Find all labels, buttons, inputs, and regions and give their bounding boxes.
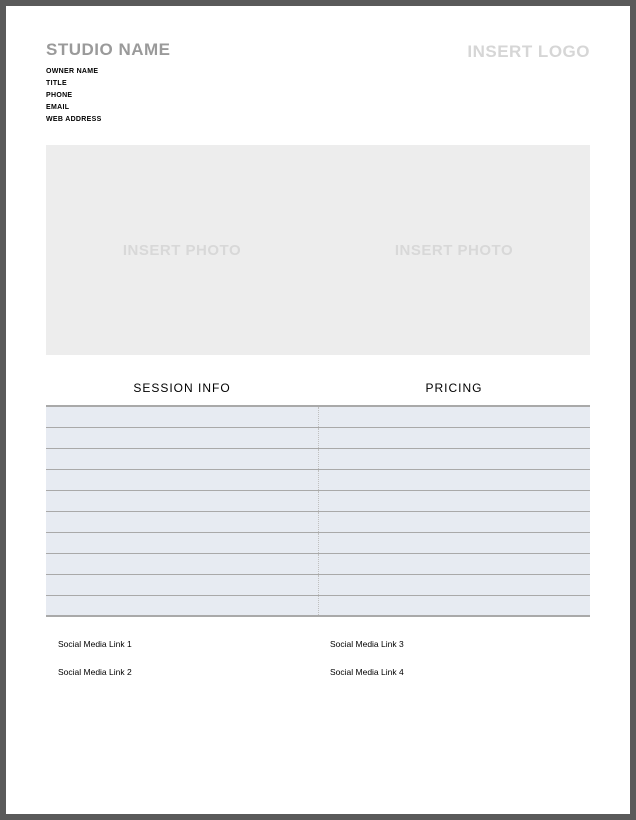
social-col-2: Social Media Link 3 Social Media Link 4 bbox=[318, 639, 590, 695]
table-row bbox=[46, 406, 590, 427]
pricing-cell[interactable] bbox=[318, 595, 590, 616]
pricing-cell[interactable] bbox=[318, 511, 590, 532]
social-col-1: Social Media Link 1 Social Media Link 2 bbox=[46, 639, 318, 695]
photo-area: INSERT PHOTO INSERT PHOTO bbox=[46, 145, 590, 355]
table-row bbox=[46, 595, 590, 616]
session-info-cell[interactable] bbox=[46, 406, 318, 427]
table-row bbox=[46, 511, 590, 532]
owner-name[interactable]: OWNER NAME bbox=[46, 66, 171, 78]
phone[interactable]: PHONE bbox=[46, 90, 171, 102]
session-info-cell[interactable] bbox=[46, 595, 318, 616]
pricing-cell[interactable] bbox=[318, 553, 590, 574]
pricing-cell[interactable] bbox=[318, 469, 590, 490]
session-info-cell[interactable] bbox=[46, 469, 318, 490]
pricing-cell[interactable] bbox=[318, 427, 590, 448]
pricing-cell[interactable] bbox=[318, 448, 590, 469]
session-info-cell[interactable] bbox=[46, 532, 318, 553]
photo-slot-right[interactable]: INSERT PHOTO bbox=[318, 145, 590, 355]
pricing-title: PRICING bbox=[318, 381, 590, 395]
table-row bbox=[46, 427, 590, 448]
session-info-cell[interactable] bbox=[46, 490, 318, 511]
section-titles: SESSION INFO PRICING bbox=[46, 381, 590, 395]
logo-placeholder[interactable]: INSERT LOGO bbox=[467, 42, 590, 62]
pricing-cell[interactable] bbox=[318, 490, 590, 511]
email[interactable]: EMAIL bbox=[46, 102, 171, 114]
social-links: Social Media Link 1 Social Media Link 2 … bbox=[46, 639, 590, 695]
pricing-cell[interactable] bbox=[318, 574, 590, 595]
studio-block: STUDIO NAME OWNER NAME TITLE PHONE EMAIL… bbox=[46, 40, 171, 125]
studio-name[interactable]: STUDIO NAME bbox=[46, 40, 171, 60]
table-row bbox=[46, 532, 590, 553]
info-table bbox=[46, 405, 590, 617]
pricing-cell[interactable] bbox=[318, 406, 590, 427]
owner-title[interactable]: TITLE bbox=[46, 78, 171, 90]
social-link-2[interactable]: Social Media Link 2 bbox=[58, 667, 318, 677]
photo-slot-left-label: INSERT PHOTO bbox=[123, 242, 241, 259]
session-info-title: SESSION INFO bbox=[46, 381, 318, 395]
pricing-cell[interactable] bbox=[318, 532, 590, 553]
table-row bbox=[46, 469, 590, 490]
table-row bbox=[46, 490, 590, 511]
social-link-4[interactable]: Social Media Link 4 bbox=[330, 667, 590, 677]
web-address[interactable]: WEB ADDRESS bbox=[46, 114, 171, 126]
session-info-cell[interactable] bbox=[46, 448, 318, 469]
social-link-3[interactable]: Social Media Link 3 bbox=[330, 639, 590, 649]
session-info-cell[interactable] bbox=[46, 553, 318, 574]
session-info-cell[interactable] bbox=[46, 427, 318, 448]
social-link-1[interactable]: Social Media Link 1 bbox=[58, 639, 318, 649]
header: STUDIO NAME OWNER NAME TITLE PHONE EMAIL… bbox=[46, 40, 590, 125]
table-row bbox=[46, 574, 590, 595]
photo-slot-right-label: INSERT PHOTO bbox=[395, 242, 513, 259]
session-info-cell[interactable] bbox=[46, 511, 318, 532]
photo-slot-left[interactable]: INSERT PHOTO bbox=[46, 145, 318, 355]
table-row bbox=[46, 448, 590, 469]
table-row bbox=[46, 553, 590, 574]
session-info-cell[interactable] bbox=[46, 574, 318, 595]
